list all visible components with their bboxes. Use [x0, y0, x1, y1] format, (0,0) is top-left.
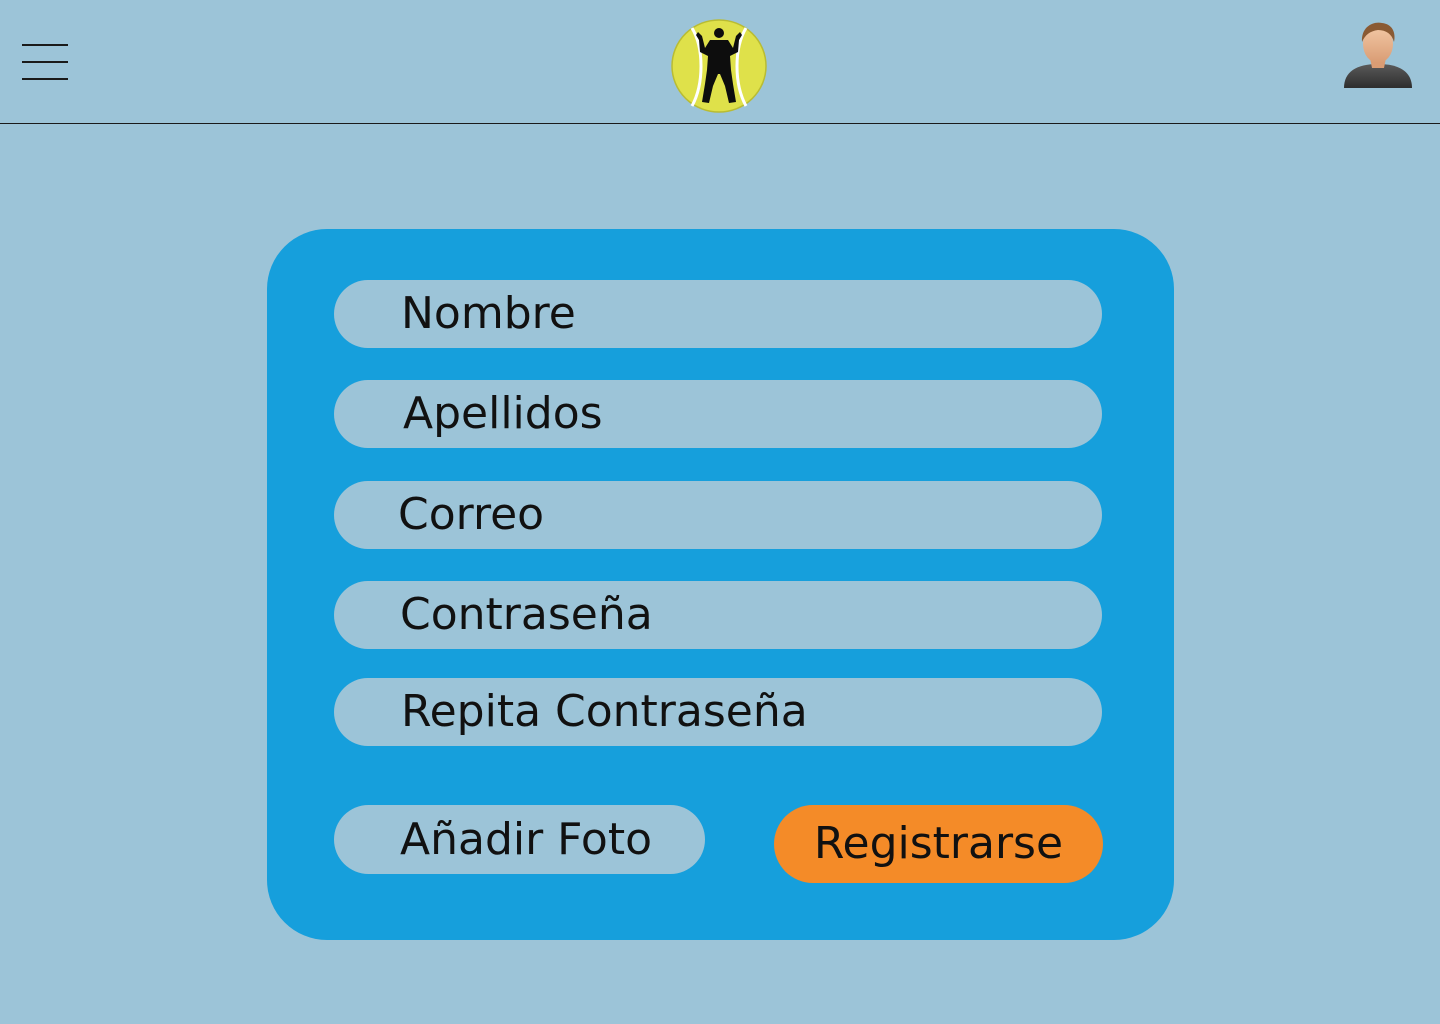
top-bar	[0, 0, 1440, 124]
menu-line	[22, 44, 68, 46]
email-field[interactable]: Correo	[334, 481, 1102, 549]
password-field[interactable]: Contraseña	[334, 581, 1102, 649]
add-photo-button[interactable]: Añadir Foto	[334, 805, 705, 874]
menu-line	[22, 61, 68, 63]
repeat-password-field[interactable]: Repita Contraseña	[334, 678, 1102, 746]
menu-line	[22, 78, 68, 80]
registration-form-card: Nombre Apellidos Correo Contraseña Repit…	[267, 229, 1174, 940]
hamburger-menu-icon[interactable]	[22, 44, 70, 80]
tennis-ball-logo-icon[interactable]	[670, 18, 768, 114]
register-button-label: Registrarse	[813, 818, 1064, 869]
name-field-placeholder: Nombre	[401, 288, 576, 339]
surname-field[interactable]: Apellidos	[334, 380, 1102, 448]
password-field-placeholder: Contraseña	[400, 589, 653, 640]
surname-field-placeholder: Apellidos	[403, 388, 603, 439]
register-button[interactable]: Registrarse	[774, 805, 1103, 883]
repeat-password-field-placeholder: Repita Contraseña	[401, 686, 808, 737]
add-photo-button-label: Añadir Foto	[400, 813, 653, 865]
user-avatar-icon[interactable]	[1340, 18, 1416, 90]
name-field[interactable]: Nombre	[334, 280, 1102, 348]
email-field-placeholder: Correo	[398, 489, 545, 540]
